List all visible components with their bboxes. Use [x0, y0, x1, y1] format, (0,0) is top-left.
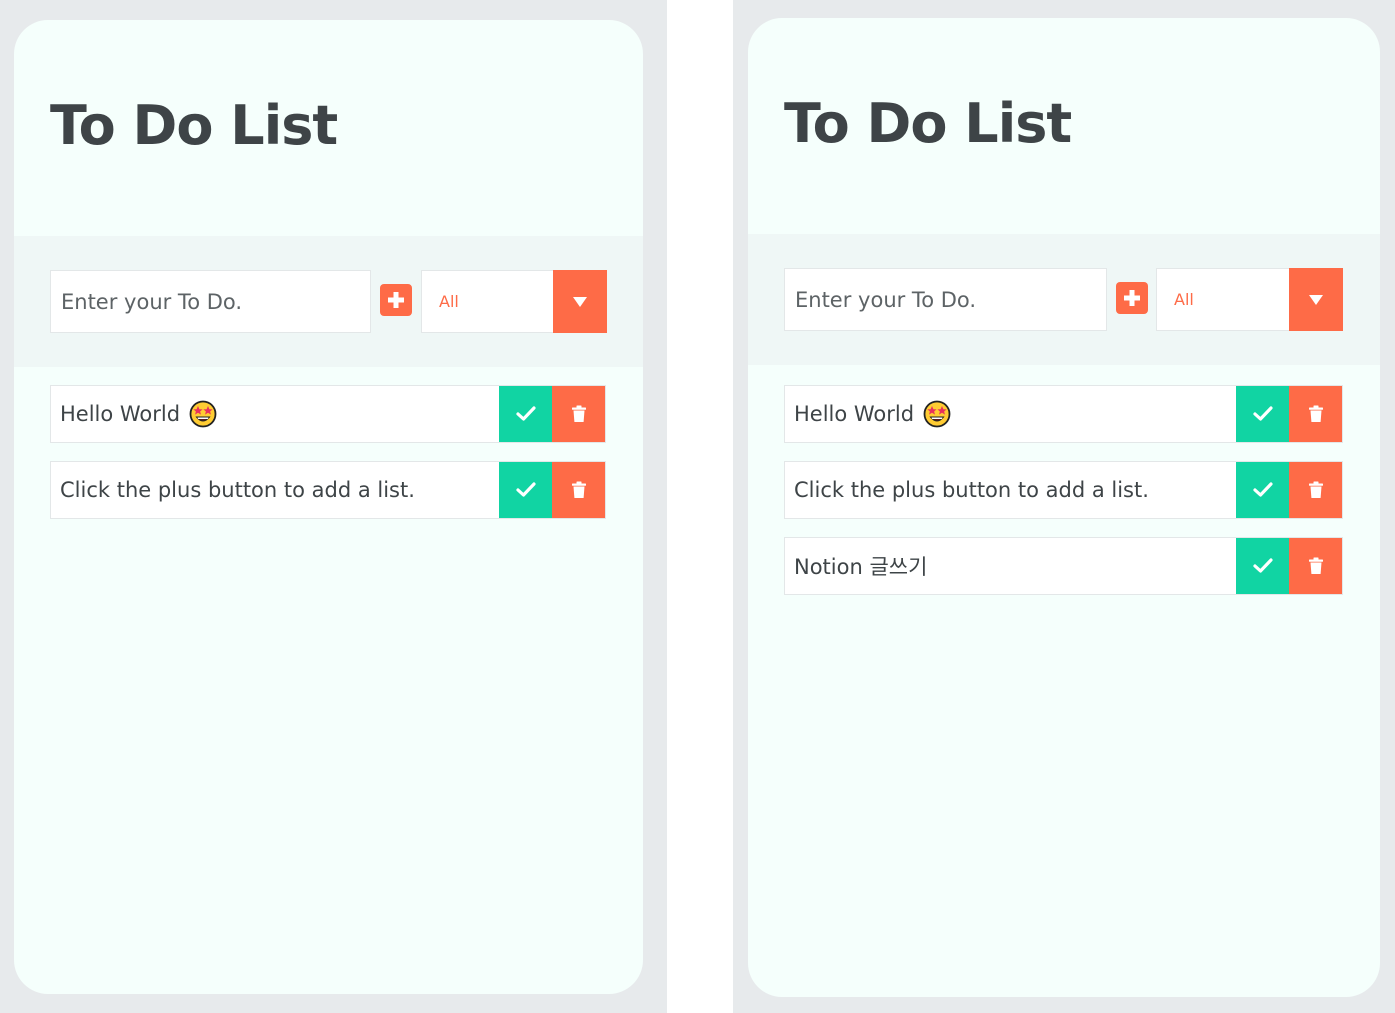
check-icon [515, 482, 536, 497]
complete-button[interactable] [1236, 386, 1289, 442]
caret-down-icon [1309, 294, 1323, 305]
todo-item: Click the plus button to add a list. [50, 461, 606, 519]
filter-dropdown-button[interactable] [553, 270, 607, 333]
delete-button[interactable] [1289, 538, 1342, 594]
trash-icon [1308, 481, 1323, 498]
plus-icon [1124, 290, 1140, 306]
right-screenshot-pane: To Do List All Hello World [733, 0, 1395, 1013]
left-screenshot-pane: To Do List All Hello World [0, 0, 667, 1013]
complete-button[interactable] [499, 386, 552, 442]
todo-card: To Do List All Hello World [748, 18, 1380, 997]
add-todo-button[interactable] [1116, 282, 1148, 314]
todo-input[interactable] [50, 270, 371, 333]
filter-dropdown-button[interactable] [1289, 268, 1343, 331]
todo-card: To Do List All Hello World [14, 20, 643, 994]
todo-item-content: Notion 글쓰기 [785, 538, 1236, 594]
todo-item-text: Click the plus button to add a list. [794, 478, 1149, 502]
trash-icon [571, 405, 586, 422]
filter-select[interactable]: All [1156, 268, 1343, 331]
todo-item-text: Hello World [60, 402, 181, 426]
todo-item-text: Click the plus button to add a list. [60, 478, 415, 502]
todo-item: Notion 글쓰기 [784, 537, 1343, 595]
todo-item-text: Notion 글쓰기 [794, 555, 928, 579]
filter-select-value[interactable]: All [421, 270, 553, 333]
trash-icon [571, 481, 586, 498]
todo-item-content: Hello World [51, 386, 499, 442]
check-icon [1252, 406, 1273, 421]
page-title: To Do List [50, 94, 338, 157]
add-todo-button[interactable] [380, 284, 412, 316]
trash-icon [1308, 405, 1323, 422]
todo-item: Click the plus button to add a list. [784, 461, 1343, 519]
plus-icon [388, 292, 404, 308]
star-struck-emoji-icon [189, 400, 217, 428]
caret-down-icon [573, 296, 587, 307]
complete-button[interactable] [1236, 462, 1289, 518]
trash-icon [1308, 557, 1323, 574]
delete-button[interactable] [1289, 386, 1342, 442]
todo-input[interactable] [784, 268, 1107, 331]
delete-button[interactable] [552, 386, 605, 442]
todo-item-text: Hello World [794, 402, 915, 426]
check-icon [1252, 482, 1273, 497]
complete-button[interactable] [499, 462, 552, 518]
check-icon [515, 406, 536, 421]
todo-item: Hello World [50, 385, 606, 443]
star-struck-emoji-icon [923, 400, 951, 428]
page-title: To Do List [784, 92, 1072, 155]
complete-button[interactable] [1236, 538, 1289, 594]
filter-select[interactable]: All [421, 270, 607, 333]
todo-item-content: Click the plus button to add a list. [785, 462, 1236, 518]
delete-button[interactable] [1289, 462, 1342, 518]
todo-item: Hello World [784, 385, 1343, 443]
todo-item-content: Hello World [785, 386, 1236, 442]
filter-select-value[interactable]: All [1156, 268, 1289, 331]
check-icon [1252, 558, 1273, 573]
todo-item-content: Click the plus button to add a list. [51, 462, 499, 518]
delete-button[interactable] [552, 462, 605, 518]
